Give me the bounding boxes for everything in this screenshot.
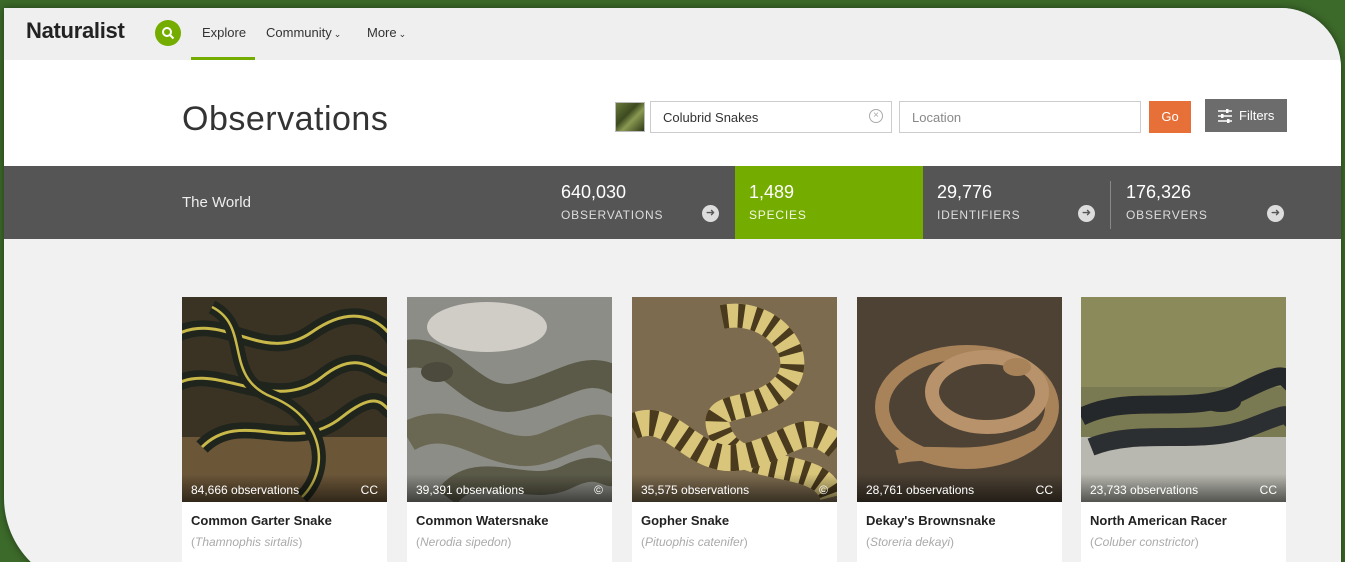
brownsnake-image: [857, 297, 1062, 502]
observation-count: 35,575 observations: [641, 483, 750, 497]
common-name[interactable]: North American Racer: [1090, 513, 1227, 528]
species-card[interactable]: 28,761 observations CC Dekay's Brownsnak…: [857, 297, 1062, 562]
species-card[interactable]: 35,575 observations © Gopher Snake (Pitu…: [632, 297, 837, 562]
species-photo[interactable]: 23,733 observations CC: [1081, 297, 1286, 502]
stat-count: 640,030: [561, 182, 627, 202]
search-icon: [162, 27, 175, 40]
scientific-name-text: Storeria dekayi: [870, 535, 951, 549]
nav-explore[interactable]: Explore: [202, 25, 246, 40]
taxon-search-value: Colubrid Snakes: [663, 110, 759, 125]
arrow-right-icon: ➜: [1267, 205, 1284, 222]
site-logo[interactable]: Naturalist: [26, 18, 125, 44]
stats-bar: The World 640,030 OBSERVATIONS ➜ 1,489 S…: [4, 166, 1341, 239]
nav-more-label: More: [367, 25, 397, 40]
scientific-name: (Coluber constrictor): [1090, 535, 1199, 549]
license-badge: CC: [360, 483, 378, 497]
nav-community-label: Community: [266, 25, 332, 40]
arrow-right-icon: ➜: [1078, 205, 1095, 222]
scientific-name-text: Coluber constrictor: [1094, 535, 1195, 549]
stat-label: OBSERVATIONS: [561, 208, 664, 222]
racer-image: [1081, 297, 1286, 502]
scientific-name-text: Nerodia sipedon: [420, 535, 508, 549]
stat-label: OBSERVERS: [1126, 208, 1208, 222]
observation-count: 39,391 observations: [416, 483, 525, 497]
common-name[interactable]: Dekay's Brownsnake: [866, 513, 996, 528]
scientific-name-text: Pituophis catenifer: [645, 535, 744, 549]
watersnake-image: [407, 297, 612, 502]
top-navigation: Naturalist Explore Community ⌄ More ⌄: [4, 8, 1341, 60]
species-photo[interactable]: 35,575 observations ©: [632, 297, 837, 502]
observation-count: 84,666 observations: [191, 483, 300, 497]
page-header: Observations Colubrid Snakes × Location …: [4, 60, 1341, 166]
species-photo[interactable]: 39,391 observations ©: [407, 297, 612, 502]
chevron-down-icon: ⌄: [398, 29, 407, 39]
browser-frame: Naturalist Explore Community ⌄ More ⌄ Obse…: [4, 8, 1341, 562]
stat-observers[interactable]: 176,326 OBSERVERS ➜: [1111, 166, 1299, 239]
taxon-search-input[interactable]: Colubrid Snakes ×: [650, 101, 892, 133]
stat-count: 1,489: [749, 182, 795, 202]
stat-species[interactable]: 1,489 SPECIES: [735, 166, 923, 239]
species-card[interactable]: 39,391 observations © Common Watersnake …: [407, 297, 612, 562]
stat-label: IDENTIFIERS: [937, 208, 1021, 222]
clear-icon[interactable]: ×: [869, 109, 883, 123]
species-grid: 84,666 observations CC Common Garter Sna…: [182, 297, 1286, 562]
place-label[interactable]: The World: [182, 194, 251, 211]
filters-button[interactable]: Filters: [1205, 99, 1287, 132]
species-card[interactable]: 84,666 observations CC Common Garter Sna…: [182, 297, 387, 562]
common-name[interactable]: Common Garter Snake: [191, 513, 332, 528]
common-name[interactable]: Common Watersnake: [416, 513, 548, 528]
arrow-right-icon: ➜: [702, 205, 719, 222]
stat-observations[interactable]: 640,030 OBSERVATIONS ➜: [547, 166, 735, 239]
scientific-name: (Pituophis catenifer): [641, 535, 748, 549]
stat-count: 29,776: [937, 182, 993, 202]
location-input[interactable]: Location: [899, 101, 1141, 133]
sliders-icon: [1218, 109, 1232, 123]
nav-more[interactable]: More ⌄: [367, 25, 406, 40]
chevron-down-icon: ⌄: [333, 29, 342, 39]
stat-label: SPECIES: [749, 208, 807, 222]
go-button[interactable]: Go: [1149, 101, 1191, 133]
garter-snake-image: [182, 297, 387, 502]
scientific-name-text: Thamnophis sirtalis: [195, 535, 299, 549]
scientific-name: (Nerodia sipedon): [416, 535, 512, 549]
observation-count: 28,761 observations: [866, 483, 975, 497]
common-name[interactable]: Gopher Snake: [641, 513, 729, 528]
license-badge: ©: [594, 483, 603, 497]
taxon-thumbnail: [615, 102, 645, 132]
license-badge: CC: [1035, 483, 1053, 497]
filters-label: Filters: [1239, 108, 1275, 123]
nav-community[interactable]: Community ⌄: [266, 25, 341, 40]
stat-identifiers[interactable]: 29,776 IDENTIFIERS ➜: [923, 166, 1111, 239]
observation-count: 23,733 observations: [1090, 483, 1199, 497]
gopher-snake-image: [632, 297, 837, 502]
license-badge: ©: [819, 483, 828, 497]
species-photo[interactable]: 84,666 observations CC: [182, 297, 387, 502]
species-photo[interactable]: 28,761 observations CC: [857, 297, 1062, 502]
scientific-name: (Thamnophis sirtalis): [191, 535, 303, 549]
license-badge: CC: [1259, 483, 1277, 497]
scientific-name: (Storeria dekayi): [866, 535, 955, 549]
page-title: Observations: [182, 100, 389, 138]
stat-count: 176,326: [1126, 182, 1192, 202]
species-card[interactable]: 23,733 observations CC North American Ra…: [1081, 297, 1286, 562]
site-search-button[interactable]: [155, 20, 181, 46]
